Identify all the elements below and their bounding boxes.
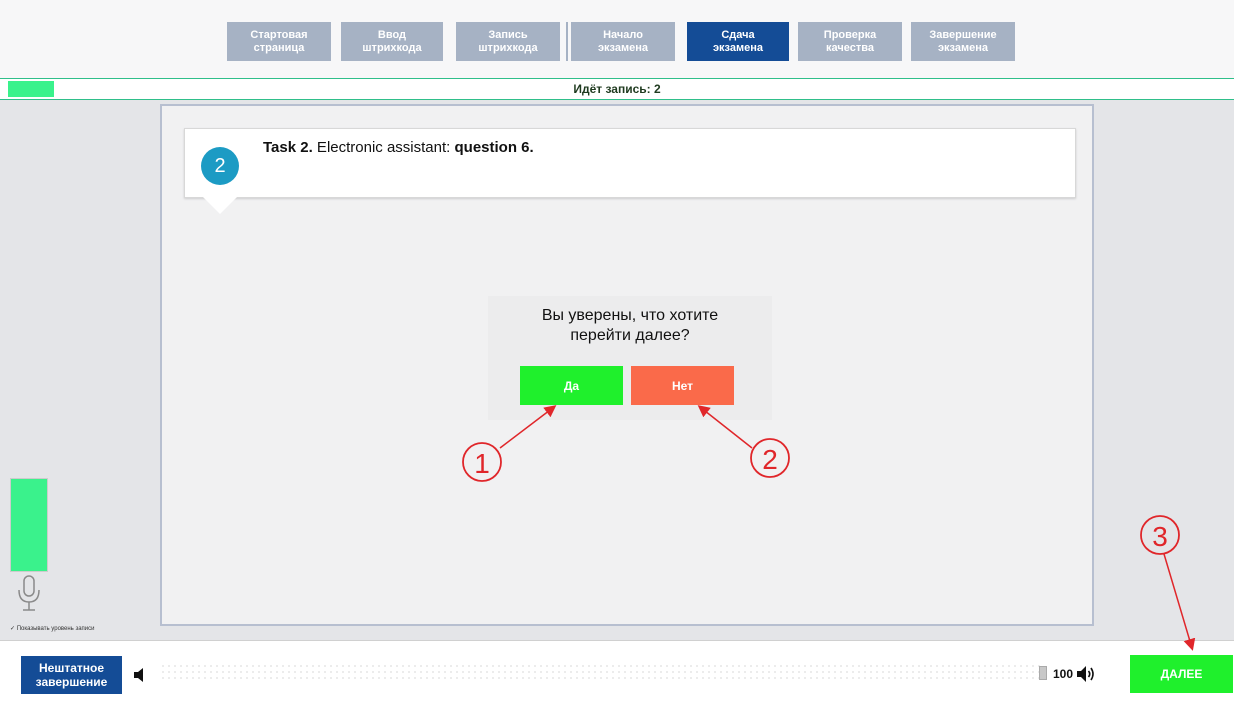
task-header-card: 2 Task 2. Electronic assistant: question… bbox=[184, 128, 1076, 198]
show-level-checkbox[interactable]: ✓ Показывать уровень записи bbox=[10, 625, 95, 632]
exam-content-panel: 2 Task 2. Electronic assistant: question… bbox=[160, 104, 1094, 626]
volume-high-icon bbox=[1077, 666, 1094, 682]
annotation-label-3: 3 bbox=[1152, 521, 1168, 552]
tab-quality-check[interactable]: Проверка качества bbox=[798, 22, 902, 61]
annotation-arrow-3 bbox=[1163, 553, 1196, 651]
yes-button[interactable]: Да bbox=[520, 366, 623, 405]
tab-exam-taking[interactable]: Сдача экзамена bbox=[687, 22, 789, 61]
tab-separator bbox=[566, 22, 568, 61]
microphone-icon bbox=[18, 575, 40, 611]
task-number-badge: 2 bbox=[201, 147, 239, 185]
task-description: Electronic assistant: bbox=[312, 139, 455, 156]
tab-barcode-input[interactable]: Ввод штрихкода bbox=[341, 22, 443, 61]
volume-low-icon bbox=[134, 668, 143, 682]
top-navigation: Стартовая страница Ввод штрихкода Запись… bbox=[0, 0, 1234, 78]
annotation-circle-3 bbox=[1140, 515, 1180, 555]
mic-level-meter bbox=[10, 478, 48, 572]
next-button[interactable]: ДАЛЕЕ bbox=[1130, 655, 1233, 693]
recording-status-bar: Идёт запись: 2 bbox=[0, 78, 1234, 100]
emergency-finish-button[interactable]: Нештатное завершение bbox=[21, 656, 122, 694]
tab-exam-start[interactable]: Начало экзамена bbox=[571, 22, 675, 61]
tab-exam-finish[interactable]: Завершение экзамена bbox=[911, 22, 1015, 61]
confirm-question: Вы уверены, что хотите перейти далее? bbox=[541, 307, 719, 344]
task-label: Task 2. bbox=[263, 139, 313, 156]
task-title: Task 2. Electronic assistant: question 6… bbox=[263, 139, 534, 156]
confirm-dialog: Вы уверены, что хотите перейти далее? Да… bbox=[488, 296, 772, 420]
volume-value: 100 bbox=[1053, 667, 1074, 681]
task-card-pointer bbox=[202, 196, 238, 214]
task-question: question 6. bbox=[454, 139, 534, 156]
no-button[interactable]: Нет bbox=[631, 366, 734, 405]
recording-status-label: Идёт запись: 2 bbox=[573, 82, 661, 96]
tab-start-page[interactable]: Стартовая страница bbox=[227, 22, 331, 61]
volume-slider-thumb[interactable] bbox=[1039, 666, 1047, 680]
volume-slider[interactable] bbox=[160, 663, 1040, 683]
tab-barcode-record[interactable]: Запись штрихкода bbox=[456, 22, 560, 61]
